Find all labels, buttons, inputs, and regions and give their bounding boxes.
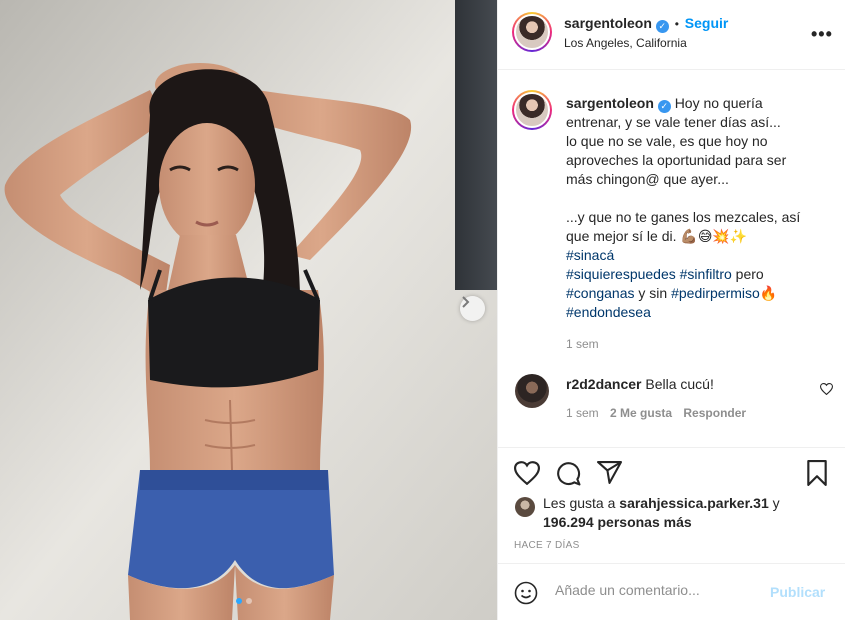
add-comment-bar: Publicar	[498, 563, 845, 620]
verified-badge-icon: ✓	[657, 100, 671, 113]
caption-word: pero	[731, 266, 764, 282]
save-bookmark-icon[interactable]	[806, 460, 828, 486]
comment-input[interactable]	[555, 582, 755, 598]
liker-username[interactable]: sarahjessica.parker.31	[619, 495, 768, 511]
caption-line: entrenar, y se vale tener días así...	[566, 114, 781, 130]
commenter-avatar[interactable]	[515, 374, 549, 408]
author-avatar[interactable]	[512, 12, 552, 52]
likes-count[interactable]: 196.294 personas más	[543, 514, 692, 530]
comment-text: Bella cucú!	[645, 376, 714, 392]
follow-separator: •	[674, 17, 679, 31]
hashtag-link[interactable]: #pedirpermiso	[671, 285, 760, 301]
caption-line: aproveches la oportunidad para ser	[566, 152, 787, 168]
author-username[interactable]: sargentoleon	[564, 15, 652, 31]
next-photo-button[interactable]	[460, 296, 485, 321]
post-age[interactable]: HACE 7 DÍAS	[514, 540, 580, 551]
fire-emoji: 🔥	[759, 285, 778, 301]
carousel-dots	[236, 598, 252, 604]
like-heart-icon[interactable]	[514, 461, 540, 485]
hashtag-link[interactable]: #sinacá	[566, 247, 614, 263]
hashtag-link[interactable]: #siquierespuedes	[566, 266, 676, 282]
publish-button[interactable]: Publicar	[770, 584, 825, 600]
comment-bubble-icon[interactable]	[556, 461, 581, 486]
caption-line: más chingon@ que ayer...	[566, 171, 729, 187]
comment-like-icon[interactable]	[820, 383, 833, 395]
carousel-dot	[246, 598, 252, 604]
caption-line: que mejor sí le di. 💪🏽😅💥✨	[566, 228, 748, 244]
post-caption: sargentoleon ✓ Hoy no quería entrenar, y…	[566, 94, 828, 354]
hashtag-link[interactable]: #conganas	[566, 285, 635, 301]
share-paper-plane-icon[interactable]	[597, 461, 622, 484]
likes-prefix: Les gusta a	[543, 495, 620, 511]
post-panel: sargentoleon ✓ • Seguir Los Angeles, Cal…	[497, 0, 845, 620]
caption-avatar[interactable]	[512, 90, 552, 130]
chevron-right-icon	[462, 296, 470, 308]
caption-line: Hoy no quería	[674, 95, 763, 111]
likes-summary: Les gusta a sarahjessica.parker.31 y 196…	[543, 494, 780, 532]
emoji-icon[interactable]	[514, 581, 538, 605]
comment-time[interactable]: 1 sem	[566, 406, 599, 420]
comment-likes[interactable]: 2 Me gusta	[610, 406, 672, 420]
caption-username[interactable]: sargentoleon	[566, 95, 654, 111]
liker-avatar[interactable]	[515, 497, 535, 517]
verified-badge-icon: ✓	[655, 20, 669, 33]
post-location[interactable]: Los Angeles, California	[564, 36, 687, 50]
follow-button[interactable]: Seguir	[685, 15, 729, 31]
commenter-username[interactable]: r2d2dancer	[566, 376, 641, 392]
likes-join: y	[768, 495, 780, 511]
more-options-icon[interactable]: •••	[811, 24, 833, 45]
comment-item: r2d2dancer Bella cucú! 1 sem 2 Me gusta …	[566, 374, 806, 420]
post-header: sargentoleon ✓ • Seguir Los Angeles, Cal…	[498, 0, 845, 70]
hashtag-link[interactable]: #sinfiltro	[680, 266, 732, 282]
hashtag-link[interactable]: #endondesea	[566, 304, 651, 320]
carousel-dot-active	[236, 598, 242, 604]
photo-illustration	[0, 0, 497, 620]
caption-line: lo que no se vale, es que hoy no	[566, 133, 768, 149]
post-photo[interactable]	[0, 0, 497, 620]
caption-word: y sin	[634, 285, 672, 301]
comment-reply-button[interactable]: Responder	[683, 406, 746, 420]
post-actions: Les gusta a sarahjessica.parker.31 y 196…	[498, 447, 845, 620]
author-line: sargentoleon ✓ • Seguir	[564, 15, 728, 33]
caption-line: ...y que no te ganes los mezcales, así	[566, 209, 801, 225]
caption-time[interactable]: 1 sem	[566, 335, 828, 354]
